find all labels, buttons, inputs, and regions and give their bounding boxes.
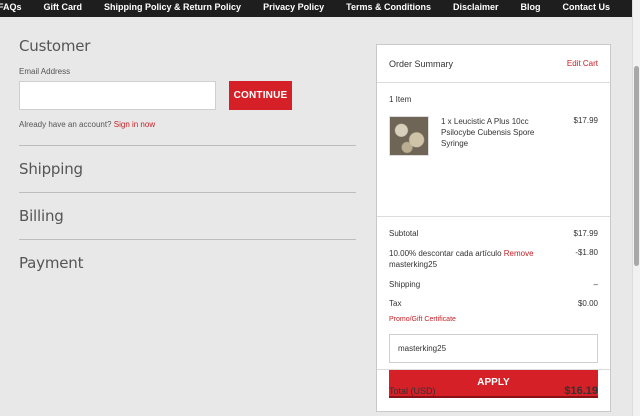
email-row: CONTINUE [19, 81, 356, 110]
signin-link[interactable]: Sign in now [114, 120, 155, 129]
product-name: 1 x Leucistic A Plus 10cc Psilocybe Cube… [441, 117, 535, 148]
shipping-section[interactable]: Shipping [19, 146, 356, 192]
shipping-value: – [593, 280, 598, 289]
email-input[interactable] [19, 81, 216, 110]
nav-shipping-policy[interactable]: Shipping Policy & Return Policy [104, 2, 241, 12]
billing-title: Billing [19, 207, 64, 225]
nav-blog[interactable]: Blog [520, 2, 540, 12]
subtotal-row: Subtotal $17.99 [389, 229, 598, 238]
shipping-title: Shipping [19, 160, 83, 178]
nav-faqs[interactable]: FAQs [0, 2, 22, 12]
grand-total-row: Total (USD) $16.19 [377, 369, 610, 411]
payment-title: Payment [19, 254, 84, 272]
total-value: $16.19 [564, 384, 598, 397]
cart-item: 1 x Leucistic A Plus 10cc Psilocybe Cube… [389, 116, 598, 156]
shipping-label: Shipping [389, 280, 421, 289]
nav-contact-us[interactable]: Contact Us [562, 2, 610, 12]
discount-remove-link[interactable]: Remove [504, 249, 534, 258]
nav-terms[interactable]: Terms & Conditions [346, 2, 431, 12]
billing-section[interactable]: Billing [19, 193, 356, 239]
discount-code: masterking25 [389, 260, 438, 269]
top-navigation: FAQs Gift Card Shipping Policy & Return … [0, 0, 632, 17]
edit-cart-link[interactable]: Edit Cart [567, 59, 598, 68]
promo-code-input[interactable] [389, 334, 598, 363]
tax-row: Tax $0.00 [389, 299, 598, 308]
signin-prompt: Already have an account? Sign in now [19, 120, 356, 129]
product-thumbnail [389, 116, 429, 156]
product-price: $17.99 [573, 116, 598, 125]
checkout-steps: Customer Email Address CONTINUE Already … [19, 37, 356, 286]
nav-disclaimer[interactable]: Disclaimer [453, 2, 499, 12]
item-count: 1 Item [389, 95, 412, 104]
payment-section[interactable]: Payment [19, 240, 356, 286]
subtotal-label: Subtotal [389, 229, 419, 238]
continue-button[interactable]: CONTINUE [229, 81, 292, 110]
customer-title: Customer [19, 37, 91, 55]
discount-label: 10.00% descontar cada artículo [389, 249, 502, 258]
nav-gift-card[interactable]: Gift Card [44, 2, 83, 12]
order-summary-title: Order Summary [389, 58, 454, 69]
page-scrollbar[interactable] [632, 0, 640, 416]
scrollbar-thumb[interactable] [634, 66, 639, 266]
subtotal-value: $17.99 [573, 229, 598, 238]
shipping-row: Shipping – [389, 280, 598, 289]
order-summary-header: Order Summary Edit Cart [377, 45, 610, 83]
nav-privacy-policy[interactable]: Privacy Policy [263, 2, 324, 12]
email-label: Email Address [19, 67, 71, 76]
discount-value: -$1.80 [575, 248, 598, 257]
customer-section: Customer Email Address CONTINUE Already … [19, 37, 356, 145]
promo-toggle-link[interactable]: Promo/Gift Certificate [389, 316, 598, 323]
cart-items: 1 Item 1 x Leucistic A Plus 10cc Psilocy… [377, 83, 610, 217]
discount-row: 10.00% descontar cada artículo Remove ma… [389, 248, 598, 270]
discount-description: 10.00% descontar cada artículo Remove ma… [389, 248, 534, 270]
total-label: Total (USD) [389, 385, 436, 396]
order-summary: Order Summary Edit Cart 1 Item 1 x Leuci… [376, 44, 611, 412]
signin-prompt-text: Already have an account? [19, 120, 112, 129]
tax-value: $0.00 [577, 299, 598, 308]
tax-label: Tax [389, 299, 402, 308]
